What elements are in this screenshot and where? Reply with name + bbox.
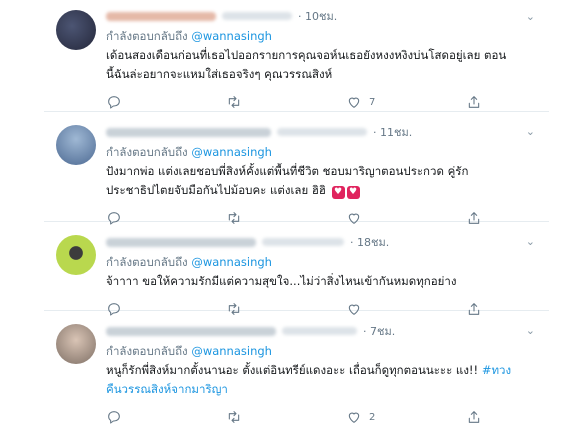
like-button[interactable]: 7 <box>346 94 466 110</box>
reply-prefix: กำลังตอบกลับถึง <box>106 145 188 159</box>
reply-timeline: ⌄ · 10ชม. กำลังตอบกลับถึง @wannasingh เด… <box>0 0 577 430</box>
share-button[interactable] <box>466 94 506 110</box>
reply-button[interactable] <box>106 409 226 425</box>
tweet-text: จ้าาาา ขอให้ความรักมีแต่ความสุขใจ...ไม่ว… <box>106 272 549 291</box>
retweet-icon <box>228 411 240 423</box>
author-handle-redacted <box>277 128 367 136</box>
tweet-text-line: จ้าาาา ขอให้ความรักมีแต่ความสุขใจ...ไม่ว… <box>106 274 457 288</box>
tweet-text-line: ปังมากพ่อ แต่งเลยชอบพี่สิงห์คั้งแต่พื้นท… <box>106 164 469 178</box>
replying-to: กำลังตอบกลับถึง @wannasingh <box>106 144 549 160</box>
tweet-actions: 7 <box>106 93 549 111</box>
reply-icon <box>108 96 120 109</box>
reply-prefix: กำลังตอบกลับถึง <box>106 255 188 269</box>
chevron-down-icon[interactable]: ⌄ <box>526 324 535 337</box>
author-handle-redacted <box>282 327 357 335</box>
reply-icon <box>108 411 120 424</box>
replying-to: กำลังตอบกลับถึง @wannasingh <box>106 28 549 44</box>
tweet-header: · 7ชม. <box>106 323 549 339</box>
avatar[interactable] <box>56 235 96 275</box>
like-count: 2 <box>369 411 376 423</box>
share-icon <box>468 411 480 423</box>
tweet-text-line: เด้อนสองเดือนก่อนที่เธอไปออกรายการคุณจอห… <box>106 48 507 62</box>
tweet-text: เด้อนสองเดือนก่อนที่เธอไปออกรายการคุณจอห… <box>106 46 549 84</box>
reply-prefix: กำลังตอบกลับถึง <box>106 344 188 358</box>
author-name-redacted[interactable] <box>106 11 216 21</box>
tweet-time[interactable]: · 11ชม. <box>373 123 412 141</box>
avatar[interactable] <box>56 125 96 165</box>
tweet-header: · 10ชม. <box>106 8 549 24</box>
share-icon <box>468 96 480 108</box>
tweet-header: · 18ชม. <box>106 234 549 250</box>
tweet-actions: 2 <box>106 408 549 426</box>
like-icon <box>348 412 360 423</box>
author-name-redacted[interactable] <box>106 237 256 247</box>
avatar[interactable] <box>56 324 96 364</box>
mention-link[interactable]: @wannasingh <box>191 29 272 43</box>
tweet-text-line: นี้ฉันล่ะอยากจะแหมใส่เธอจริงๆ คุณวรรณสิง… <box>106 67 333 81</box>
tweet-time[interactable]: · 18ชม. <box>350 233 389 251</box>
hashtag-link[interactable]: #ทวง <box>482 363 511 377</box>
tweet-text-line: ประชาธิปไตยจับมือกันไปม้อบคะ แต่งเลย ฮิฮ… <box>106 183 326 197</box>
like-count: 7 <box>369 96 376 108</box>
reply-button[interactable] <box>106 94 226 110</box>
retweet-button[interactable] <box>226 94 346 110</box>
mention-link[interactable]: @wannasingh <box>191 344 272 358</box>
mention-link[interactable]: @wannasingh <box>191 255 272 269</box>
tweet[interactable]: ⌄ · 7ชม. กำลังตอบกลับถึง @wannasingh หนู… <box>44 311 549 426</box>
tweet-text: ปังมากพ่อ แต่งเลยชอบพี่สิงห์คั้งแต่พื้นท… <box>106 162 549 200</box>
chevron-down-icon[interactable]: ⌄ <box>526 10 535 23</box>
reply-prefix: กำลังตอบกลับถึง <box>106 29 188 43</box>
chevron-down-icon[interactable]: ⌄ <box>526 125 535 138</box>
author-handle-redacted <box>262 238 344 246</box>
tweet[interactable]: ⌄ · 11ชม. กำลังตอบกลับถึง @wannasingh ปั… <box>44 112 549 225</box>
chevron-down-icon[interactable]: ⌄ <box>526 235 535 248</box>
avatar[interactable] <box>56 10 96 50</box>
author-name-redacted[interactable] <box>106 127 271 137</box>
replying-to: กำลังตอบกลับถึง @wannasingh <box>106 343 549 359</box>
mention-link[interactable]: @wannasingh <box>191 145 272 159</box>
tweet-time[interactable]: · 10ชม. <box>298 7 337 25</box>
heart-emoji-icon: ♥ <box>346 186 360 199</box>
like-button[interactable]: 2 <box>346 409 466 425</box>
heart-emoji-icon: ♥ <box>331 186 345 199</box>
tweet-text-line-with-hashtag: หนูก็รักพี่สิงห์มากตั้งนานอะ ตั้งแต่อินท… <box>106 361 543 380</box>
tweet-text: หนูก็รักพี่สิงห์มากตั้งนานอะ ตั้งแต่อินท… <box>106 361 549 399</box>
tweet[interactable]: ⌄ · 18ชม. กำลังตอบกลับถึง @wannasingh จ้… <box>44 222 549 316</box>
share-button[interactable] <box>466 409 506 425</box>
like-icon <box>348 97 360 108</box>
tweet-header: · 11ชม. <box>106 124 549 140</box>
retweet-button[interactable] <box>226 409 346 425</box>
tweet-text-line-with-emoji: ประชาธิปไตยจับมือกันไปม้อบคะ แต่งเลย ฮิฮ… <box>106 181 543 200</box>
heart-emoji-group: ♥ ♥ <box>331 181 362 200</box>
tweet-text-line: หนูก็รักพี่สิงห์มากตั้งนานอะ ตั้งแต่อินท… <box>106 363 479 377</box>
author-name-redacted[interactable] <box>106 326 276 336</box>
author-handle-redacted <box>222 12 292 20</box>
tweet[interactable]: ⌄ · 10ชม. กำลังตอบกลับถึง @wannasingh เด… <box>44 0 549 112</box>
tweet-time[interactable]: · 7ชม. <box>363 322 395 340</box>
hashtag-continuation[interactable]: คืนวรรณสิงห์จากมาริญา <box>106 380 543 399</box>
retweet-icon <box>228 96 240 108</box>
replying-to: กำลังตอบกลับถึง @wannasingh <box>106 254 549 270</box>
